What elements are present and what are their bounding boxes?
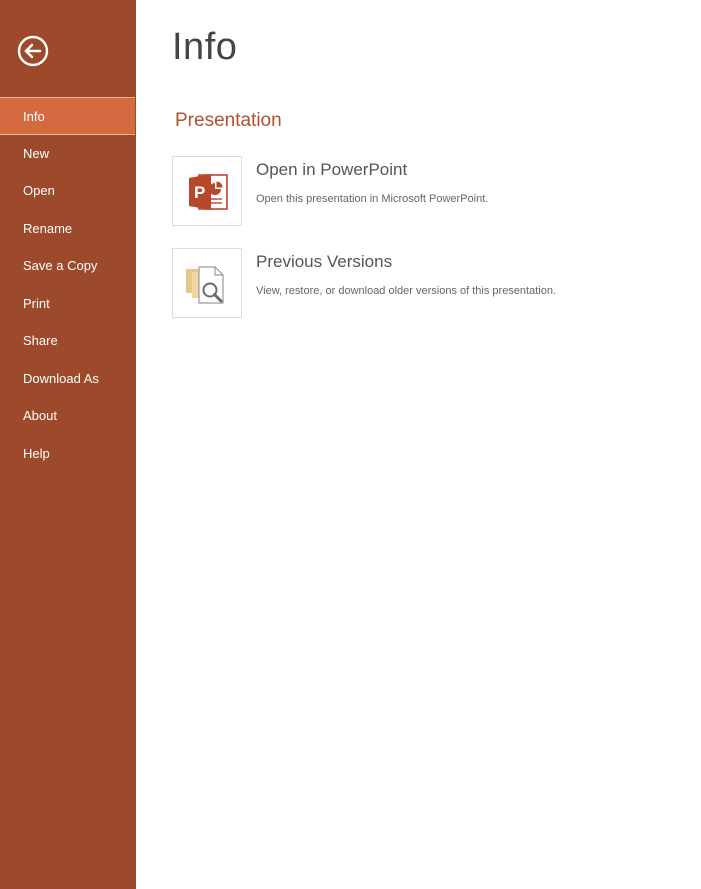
sidebar-item-save-a-copy[interactable]: Save a Copy: [0, 247, 136, 285]
previous-versions-icon: [186, 266, 224, 304]
svg-text:P: P: [194, 183, 205, 202]
sidebar-item-about[interactable]: About: [0, 397, 136, 435]
open-in-powerpoint-title: Open in PowerPoint: [256, 160, 408, 179]
sidebar-item-rename[interactable]: Rename: [0, 210, 136, 248]
previous-versions-title: Previous Versions: [256, 252, 393, 271]
previous-versions-description: View, restore, or download older version…: [256, 285, 557, 297]
back-arrow-circle-icon: [17, 35, 49, 67]
sidebar-item-new[interactable]: New: [0, 135, 136, 173]
powerpoint-icon: P: [189, 174, 228, 210]
previous-versions-option[interactable]: Previous Versions View, restore, or down…: [172, 248, 672, 320]
sidebar-item-download-as[interactable]: Download As: [0, 360, 136, 398]
open-in-powerpoint-description: Open this presentation in Microsoft Powe…: [256, 193, 489, 205]
page-title: Info: [172, 26, 238, 68]
back-button[interactable]: [17, 35, 49, 67]
sidebar-item-info[interactable]: Info: [0, 97, 135, 135]
sidebar-item-print[interactable]: Print: [0, 285, 136, 323]
section-title: Presentation: [175, 110, 282, 131]
sidebar-item-open[interactable]: Open: [0, 172, 136, 210]
main-content: Info Presentation P Open in PowerPoint O…: [136, 0, 701, 889]
open-in-powerpoint-icon-tile[interactable]: P: [172, 156, 242, 226]
sidebar: Info New Open Rename Save a Copy Print S…: [0, 0, 136, 889]
open-in-powerpoint-option[interactable]: P Open in PowerPoint Open this presentat…: [172, 156, 672, 228]
sidebar-item-help[interactable]: Help: [0, 435, 136, 473]
app-window: Info New Open Rename Save a Copy Print S…: [0, 0, 701, 889]
previous-versions-icon-tile[interactable]: [172, 248, 242, 318]
sidebar-nav: Info New Open Rename Save a Copy Print S…: [0, 97, 136, 472]
sidebar-item-share[interactable]: Share: [0, 322, 136, 360]
